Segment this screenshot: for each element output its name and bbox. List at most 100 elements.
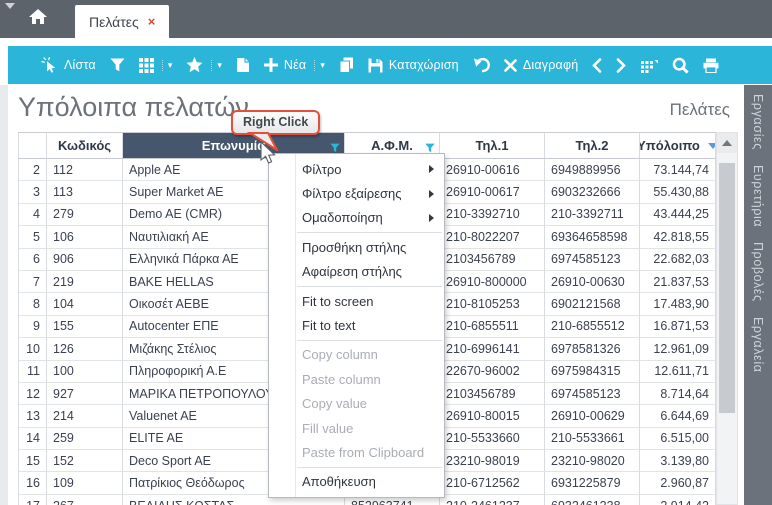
cell-balance[interactable]: 6.515,00 xyxy=(640,428,716,450)
cell-code[interactable]: 279 xyxy=(47,204,123,226)
prev-record-button[interactable] xyxy=(585,46,609,84)
cell-balance[interactable]: 3.139,80 xyxy=(640,450,716,472)
save-button[interactable]: Καταχώριση xyxy=(361,46,466,84)
cell-tel2[interactable]: 210-5533661 xyxy=(545,428,640,450)
cell-num[interactable]: 17 xyxy=(18,495,47,505)
cell-tel2[interactable]: 26910-00630 xyxy=(545,271,640,293)
cell-num[interactable]: 15 xyxy=(18,450,47,472)
undo-button[interactable] xyxy=(466,46,497,84)
cell-num[interactable]: 10 xyxy=(18,338,47,360)
app-menu-caret-icon[interactable] xyxy=(5,3,15,9)
cell-balance[interactable]: 73.144,74 xyxy=(640,159,716,181)
column-header-code[interactable]: Κωδικός xyxy=(47,133,123,159)
cell-tel1[interactable]: 23210-98019 xyxy=(440,450,545,472)
sidebar-tab-2[interactable]: Προβολές xyxy=(751,242,765,302)
cell-num[interactable]: 3 xyxy=(18,181,47,203)
cell-code[interactable]: 106 xyxy=(47,226,123,248)
column-header-balance[interactable]: Υπόλοιπο xyxy=(640,133,716,159)
cell-tel1[interactable]: 210-2461237 xyxy=(440,495,545,505)
cell-code[interactable]: 927 xyxy=(47,383,123,405)
cell-code[interactable]: 112 xyxy=(47,159,123,181)
cell-tel2[interactable]: 210-3392711 xyxy=(545,204,640,226)
grid-settings-button[interactable] xyxy=(633,46,665,84)
cell-code[interactable]: 219 xyxy=(47,271,123,293)
cell-num[interactable]: 9 xyxy=(18,316,47,338)
tab-pelates[interactable]: Πελάτες × xyxy=(75,5,169,38)
cell-code[interactable]: 100 xyxy=(47,361,123,383)
cell-tel1[interactable]: 210-5533660 xyxy=(440,428,545,450)
scroll-up-button[interactable] xyxy=(717,133,737,153)
cell-num[interactable]: 16 xyxy=(18,472,47,494)
cell-tel2[interactable]: 6932461238 xyxy=(545,495,640,505)
home-tab[interactable] xyxy=(24,8,52,30)
cell-code[interactable]: 126 xyxy=(47,338,123,360)
sidebar-tab-0[interactable]: Εργασίες xyxy=(751,94,765,150)
layout-button[interactable]: ▾ xyxy=(132,46,180,84)
cell-balance[interactable]: 17.483,90 xyxy=(640,293,716,315)
cell-balance[interactable]: 55.430,88 xyxy=(640,181,716,203)
cell-tel1[interactable]: 210-6712562 xyxy=(440,472,545,494)
print-button[interactable] xyxy=(696,46,726,84)
filter-button[interactable] xyxy=(103,46,132,84)
menu-item-4[interactable]: Αφαίρεση στήλης xyxy=(269,260,444,284)
cell-tel2[interactable]: 6902121568 xyxy=(545,293,640,315)
cell-balance[interactable]: 12.611,71 xyxy=(640,361,716,383)
column-header-tel2[interactable]: Τηλ.2 xyxy=(545,133,640,159)
cell-tel1[interactable]: 210-8022207 xyxy=(440,226,545,248)
cell-code[interactable]: 152 xyxy=(47,450,123,472)
search-button[interactable] xyxy=(665,46,696,84)
cell-num[interactable]: 6 xyxy=(18,249,47,271)
cell-tel1[interactable]: 210-3392710 xyxy=(440,204,545,226)
cell-num[interactable]: 4 xyxy=(18,204,47,226)
new-button[interactable]: Νέα▾ xyxy=(257,46,332,84)
cell-tel2[interactable]: 6931225879 xyxy=(545,472,640,494)
column-header-tel1[interactable]: Τηλ.1 xyxy=(440,133,545,159)
cell-tel2[interactable]: 23210-98020 xyxy=(545,450,640,472)
favorites-button[interactable]: ▾ xyxy=(179,46,229,84)
cell-tel2[interactable]: 6949889956 xyxy=(545,159,640,181)
cell-tel1[interactable]: 2103456789 xyxy=(440,249,545,271)
export-button[interactable] xyxy=(229,46,257,84)
cell-balance[interactable]: 8.714,64 xyxy=(640,383,716,405)
cell-tel1[interactable]: 210-8105253 xyxy=(440,293,545,315)
cell-tel1[interactable]: 26910-00616 xyxy=(440,159,545,181)
cell-code[interactable]: 113 xyxy=(47,181,123,203)
cell-num[interactable]: 8 xyxy=(18,293,47,315)
next-record-button[interactable] xyxy=(609,46,633,84)
cell-balance[interactable]: 43.444,25 xyxy=(640,204,716,226)
cell-num[interactable]: 14 xyxy=(18,428,47,450)
copy-button[interactable] xyxy=(332,46,361,84)
cell-balance[interactable]: 21.837,53 xyxy=(640,271,716,293)
cell-balance[interactable]: 2.960,87 xyxy=(640,472,716,494)
cell-num[interactable]: 12 xyxy=(18,383,47,405)
list-button[interactable]: Λίστα xyxy=(34,46,103,84)
cell-code[interactable]: 906 xyxy=(47,249,123,271)
cell-num[interactable]: 11 xyxy=(18,361,47,383)
sidebar-tab-1[interactable]: Ευρετήρια xyxy=(751,165,765,227)
cell-code[interactable]: 155 xyxy=(47,316,123,338)
delete-button[interactable]: Διαγραφή xyxy=(497,46,586,84)
menu-item-6[interactable]: Fit to text xyxy=(269,313,444,337)
column-header-num[interactable] xyxy=(18,133,47,159)
cell-balance[interactable]: 2.914,42 xyxy=(640,495,716,505)
cell-tel1[interactable]: 210-6996141 xyxy=(440,338,545,360)
scrollbar-thumb[interactable] xyxy=(719,163,735,413)
vertical-scrollbar[interactable] xyxy=(716,132,738,505)
menu-item-12[interactable]: Αποθήκευση xyxy=(269,470,444,494)
menu-item-1[interactable]: Φίλτρο εξαίρεσης xyxy=(269,181,444,205)
cell-tel2[interactable]: 210-6855512 xyxy=(545,316,640,338)
cell-code[interactable]: 104 xyxy=(47,293,123,315)
cell-tel2[interactable]: 6974585123 xyxy=(545,383,640,405)
cell-tel1[interactable]: 22670-96002 xyxy=(440,361,545,383)
cell-balance[interactable]: 42.818,55 xyxy=(640,226,716,248)
cell-num[interactable]: 7 xyxy=(18,271,47,293)
cell-num[interactable]: 5 xyxy=(18,226,47,248)
menu-item-5[interactable]: Fit to screen xyxy=(269,289,444,313)
cell-balance[interactable]: 16.871,53 xyxy=(640,316,716,338)
cell-balance[interactable]: 6.644,69 xyxy=(640,405,716,427)
cell-tel2[interactable]: 6974585123 xyxy=(545,249,640,271)
cell-tel2[interactable]: 26910-00629 xyxy=(545,405,640,427)
sidebar-tab-3[interactable]: Εργαλεία xyxy=(751,317,765,373)
cell-tel1[interactable]: 26910-800000 xyxy=(440,271,545,293)
cell-tel2[interactable]: 69364658598 xyxy=(545,226,640,248)
